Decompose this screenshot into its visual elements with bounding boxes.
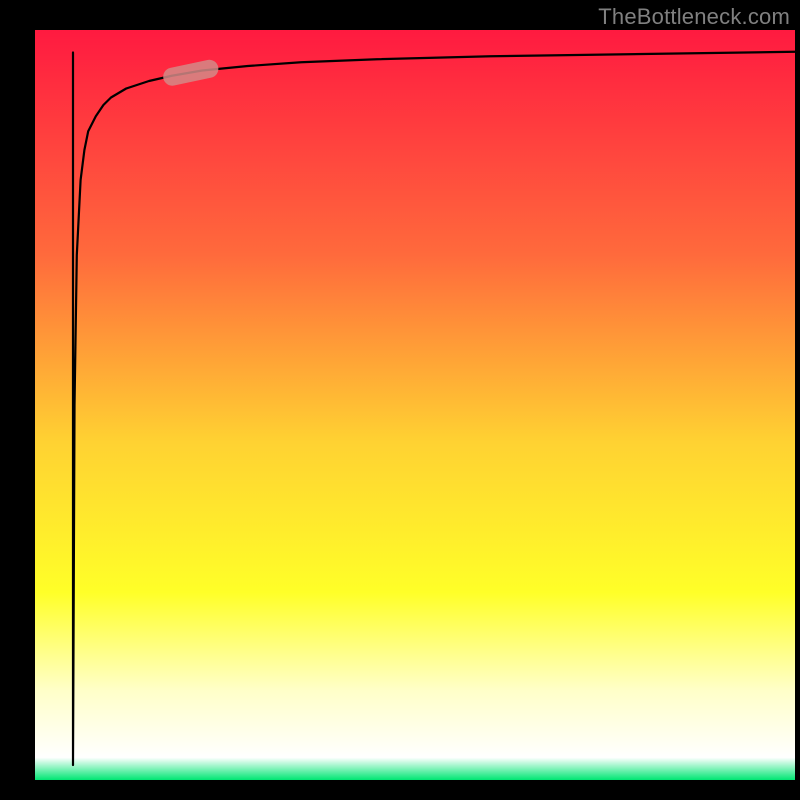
bottleneck-chart [0,0,800,800]
plot-background [35,30,795,780]
watermark-label: TheBottleneck.com [598,4,790,30]
chart-stage: TheBottleneck.com [0,0,800,800]
